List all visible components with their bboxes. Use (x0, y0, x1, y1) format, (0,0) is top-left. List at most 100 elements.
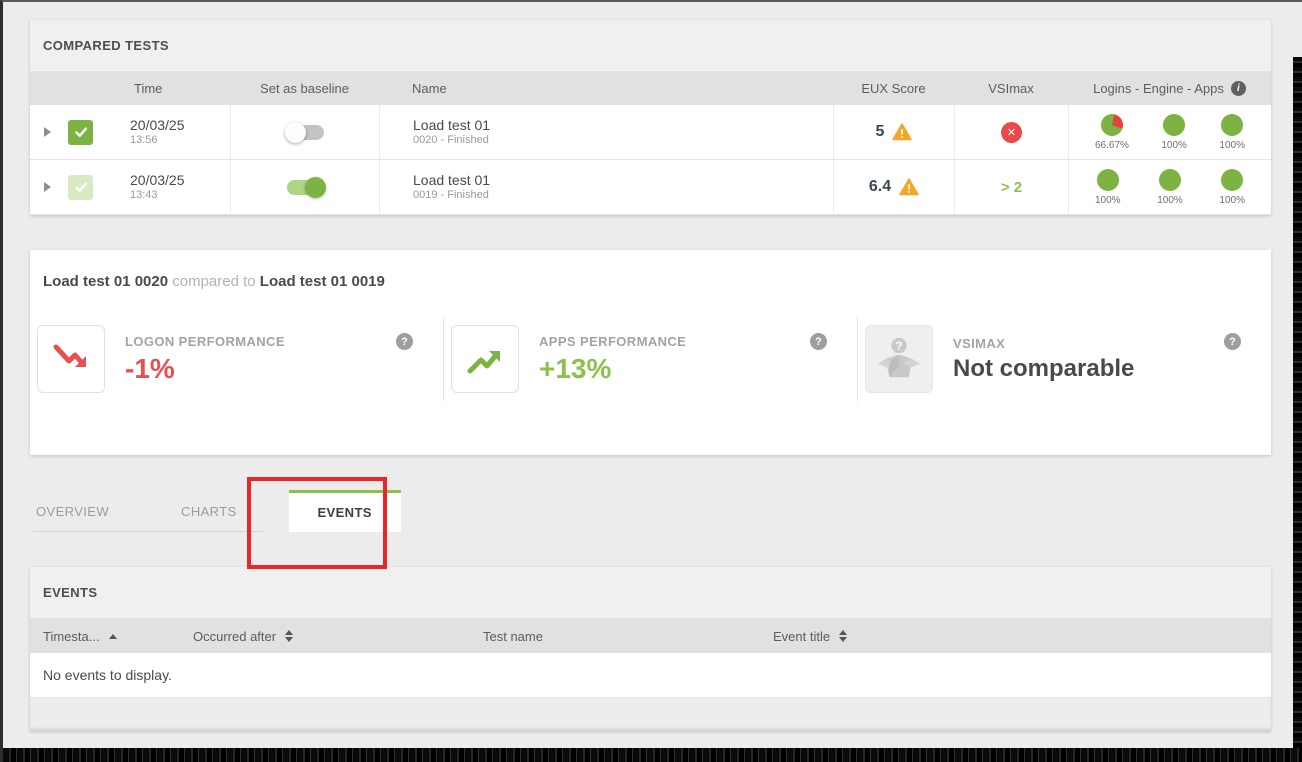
engine-percent: 100% (1161, 140, 1187, 151)
apps-dot-icon (1221, 169, 1243, 191)
column-header-occurred-after[interactable]: Occurred after (180, 629, 470, 644)
comparison-connector: compared to (172, 273, 255, 290)
comparison-title: Load test 01 0020 compared to Load test … (30, 273, 1271, 290)
metric-value: Not comparable (953, 355, 1224, 383)
bottom-border-bar (3, 748, 1302, 762)
svg-text:?: ? (895, 341, 902, 353)
apps-percent: 100% (1219, 140, 1245, 151)
tab-charts[interactable]: CHARTS (157, 490, 261, 532)
metric-label: VSIMAX (953, 336, 1224, 351)
column-header-logins-label: Logins - Engine - Apps (1093, 81, 1224, 96)
compared-tests-title: COMPARED TESTS (30, 20, 1271, 72)
baseline-toggle[interactable] (287, 180, 324, 195)
check-icon (73, 124, 89, 140)
logins-indicator: 66.67% (1095, 114, 1129, 151)
tab-overview[interactable]: OVERVIEW (30, 490, 133, 532)
row-eux-cell: 6.4 (833, 160, 954, 214)
app-window: COMPARED TESTS Time Set as baseline Name… (0, 0, 1302, 762)
apps-dot-icon (1221, 114, 1243, 136)
warning-icon (892, 123, 912, 141)
eux-score-value: 5 (876, 123, 885, 141)
sort-asc-icon (109, 634, 117, 639)
apps-percent: 100% (1219, 195, 1245, 206)
column-header-timestamp[interactable]: Timesta... (30, 629, 180, 644)
vsimax-value: > 2 (1001, 179, 1022, 196)
row-eux-cell: 5 (833, 105, 954, 159)
occurred-after-label: Occurred after (193, 629, 276, 644)
metric-value: +13% (539, 353, 810, 385)
row-vsimax-cell: ✕ (954, 105, 1068, 159)
sort-both-icon (285, 630, 293, 642)
eux-score-value: 6.4 (869, 178, 891, 196)
row-test-subtitle: 0020 - Finished (413, 134, 490, 147)
table-row: 20/03/25 13:56 Load test 01 0020 - Finis… (30, 105, 1271, 160)
baseline-toggle[interactable] (287, 125, 324, 140)
engine-percent: 100% (1157, 195, 1183, 206)
row-test-name: Load test 01 (413, 172, 490, 189)
comparison-card: Load test 01 0020 compared to Load test … (30, 250, 1271, 455)
row-logins-cell: 100% 100% 100% (1068, 160, 1271, 214)
test-name-label: Test name (483, 629, 543, 644)
row-test-name: Load test 01 (413, 117, 490, 134)
row-checkbox[interactable] (68, 175, 93, 200)
events-card: EVENTS Timesta... Occurred after Test na… (30, 567, 1271, 731)
comparison-test-a: Load test 01 0020 (43, 273, 168, 290)
metric-value: -1% (125, 353, 396, 385)
row-date: 20/03/25 (130, 117, 185, 134)
row-time-cell: 20/03/25 13:43 (130, 172, 230, 202)
unknown-box-icon: ? (865, 325, 933, 393)
logon-performance-metric: LOGON PERFORMANCE -1% ? (30, 317, 443, 401)
expand-arrow-icon[interactable] (44, 182, 51, 192)
column-header-logins: Logins - Engine - Apps i (1068, 81, 1271, 96)
row-expand-cell (30, 182, 68, 192)
row-checkbox[interactable] (68, 120, 93, 145)
column-header-name[interactable]: Name (379, 81, 833, 96)
row-clock: 13:43 (130, 189, 185, 202)
row-baseline-cell (230, 105, 379, 159)
logins-pie-icon (1101, 114, 1123, 136)
column-header-eux[interactable]: EUX Score (833, 81, 954, 96)
toggle-knob (285, 122, 306, 143)
comparison-test-b: Load test 01 0019 (260, 273, 385, 290)
timestamp-label: Timesta... (43, 629, 100, 644)
row-logins-cell: 66.67% 100% 100% (1068, 105, 1271, 159)
row-checkbox-cell (68, 175, 130, 200)
column-header-time[interactable]: Time (130, 81, 230, 96)
row-checkbox-cell (68, 120, 130, 145)
column-header-baseline[interactable]: Set as baseline (230, 81, 379, 96)
row-name-cell: Load test 01 0020 - Finished (379, 105, 833, 159)
warning-icon (899, 178, 919, 196)
row-name-cell: Load test 01 0019 - Finished (379, 160, 833, 214)
apps-performance-metric: APPS PERFORMANCE +13% ? (443, 317, 857, 401)
check-icon (73, 179, 89, 195)
expand-arrow-icon[interactable] (44, 127, 51, 137)
column-header-vsimax[interactable]: VSImax (954, 81, 1068, 96)
sort-both-icon (839, 630, 847, 642)
info-icon[interactable]: i (1231, 81, 1246, 96)
metric-label: LOGON PERFORMANCE (125, 334, 396, 349)
help-icon[interactable]: ? (396, 333, 413, 350)
engine-dot-icon (1163, 114, 1185, 136)
events-header-row: Timesta... Occurred after Test name Even… (30, 619, 1271, 653)
tab-events[interactable]: EVENTS (289, 490, 401, 532)
column-header-event-title[interactable]: Event title (760, 629, 1271, 644)
help-icon[interactable]: ? (1224, 333, 1241, 350)
row-expand-cell (30, 127, 68, 137)
compared-tests-header-row: Time Set as baseline Name EUX Score VSIm… (30, 72, 1271, 105)
logins-indicator: 100% (1095, 169, 1121, 206)
tab-divider (33, 531, 263, 532)
column-header-test-name[interactable]: Test name (470, 629, 760, 644)
table-row: 20/03/25 13:43 Load test 01 0019 - Finis… (30, 160, 1271, 215)
event-title-label: Event title (773, 629, 830, 644)
logins-dot-icon (1097, 169, 1119, 191)
trend-up-icon (451, 325, 519, 393)
help-icon[interactable]: ? (810, 333, 827, 350)
metric-label: APPS PERFORMANCE (539, 334, 810, 349)
row-test-subtitle: 0019 - Finished (413, 189, 490, 202)
right-border-bar (1293, 57, 1302, 762)
row-time-cell: 20/03/25 13:56 (130, 117, 230, 147)
tab-strip: OVERVIEW CHARTS EVENTS (30, 480, 1271, 532)
compared-tests-card: COMPARED TESTS Time Set as baseline Name… (30, 20, 1271, 215)
logins-percent: 100% (1095, 195, 1121, 206)
engine-indicator: 100% (1161, 114, 1187, 151)
